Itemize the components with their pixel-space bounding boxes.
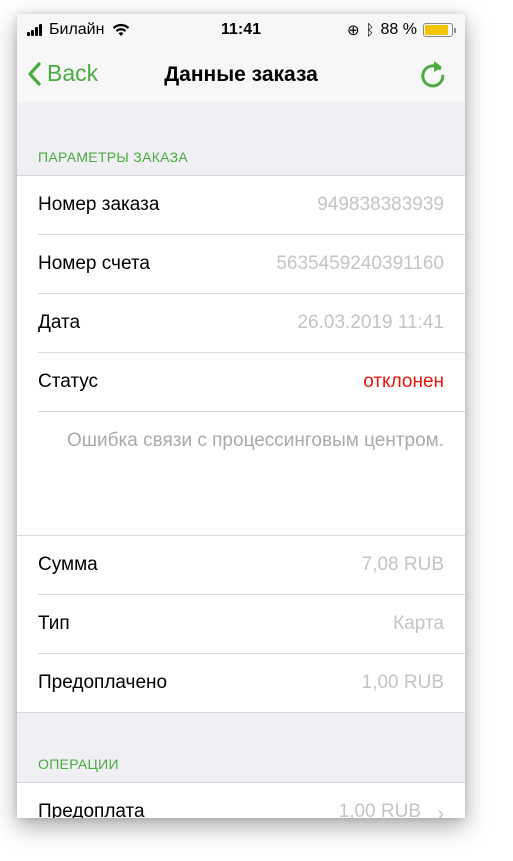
refresh-button[interactable] bbox=[419, 58, 447, 95]
row-status: Статус отклонен bbox=[17, 353, 465, 412]
operation-value: 1,00 RUB bbox=[338, 801, 421, 818]
prepaid-value: 1,00 RUB bbox=[361, 672, 444, 693]
order-number-value: 949838383939 bbox=[317, 194, 444, 215]
status-right: ⊕ ᛒ 88 % bbox=[346, 21, 456, 39]
refresh-icon bbox=[421, 61, 445, 88]
section-title-operations: ОПЕРАЦИИ bbox=[38, 756, 119, 772]
date-label: Дата bbox=[38, 312, 81, 333]
operation-row[interactable]: Предоплата 1,00 RUB › bbox=[17, 783, 465, 818]
error-message: Ошибка связи с процессинговым центром. bbox=[67, 430, 444, 451]
account-number-label: Номер счета bbox=[38, 253, 150, 274]
row-sum: Сумма 7,08 RUB bbox=[17, 536, 465, 595]
phone-screen: Билайн 11:41 ⊕ ᛒ 88 % Back Данные заказа bbox=[17, 14, 465, 818]
status-value: отклонен bbox=[363, 371, 444, 392]
amounts-list: Сумма 7,08 RUB Тип Карта Предоплачено 1,… bbox=[17, 536, 465, 713]
page-title: Данные заказа bbox=[164, 63, 318, 86]
account-number-value: 5635459240391160 bbox=[276, 253, 444, 274]
params-list: Номер заказа 949838383939 Номер счета 56… bbox=[17, 176, 465, 412]
prepaid-label: Предоплачено bbox=[38, 672, 168, 693]
sum-value: 7,08 RUB bbox=[361, 554, 444, 575]
row-prepaid: Предоплачено 1,00 RUB bbox=[17, 654, 465, 713]
row-date: Дата 26.03.2019 11:41 bbox=[17, 294, 465, 353]
error-note: Ошибка связи с процессинговым центром. bbox=[17, 412, 465, 536]
orientation-lock-icon: ⊕ bbox=[346, 22, 360, 39]
date-value: 26.03.2019 11:41 bbox=[297, 312, 444, 333]
battery-percent: 88 % bbox=[380, 21, 417, 38]
row-type: Тип Карта bbox=[17, 595, 465, 654]
order-number-label: Номер заказа bbox=[38, 194, 160, 215]
type-value: Карта bbox=[393, 613, 444, 634]
navigation-bar: Back Данные заказа bbox=[17, 48, 465, 102]
operation-label: Предоплата bbox=[38, 801, 145, 818]
status-bar: Билайн 11:41 ⊕ ᛒ 88 % bbox=[17, 14, 465, 48]
section-header-operations: ОПЕРАЦИИ bbox=[17, 713, 465, 783]
operations-list: Предоплата 1,00 RUB › bbox=[17, 783, 465, 818]
battery-fill bbox=[425, 25, 448, 35]
row-order-number: Номер заказа 949838383939 bbox=[17, 176, 465, 235]
bluetooth-icon: ᛒ bbox=[365, 21, 375, 39]
type-label: Тип bbox=[38, 613, 70, 634]
status-label: Статус bbox=[38, 371, 99, 392]
row-account-number: Номер счета 5635459240391160 bbox=[17, 235, 465, 294]
content: ПАРАМЕТРЫ ЗАКАЗА Номер заказа 9498383839… bbox=[17, 102, 465, 818]
section-title-params: ПАРАМЕТРЫ ЗАКАЗА bbox=[38, 149, 189, 165]
sum-label: Сумма bbox=[38, 554, 98, 575]
battery-icon bbox=[423, 23, 456, 37]
section-header-params: ПАРАМЕТРЫ ЗАКАЗА bbox=[17, 102, 465, 176]
chevron-right-icon: › bbox=[437, 803, 444, 818]
